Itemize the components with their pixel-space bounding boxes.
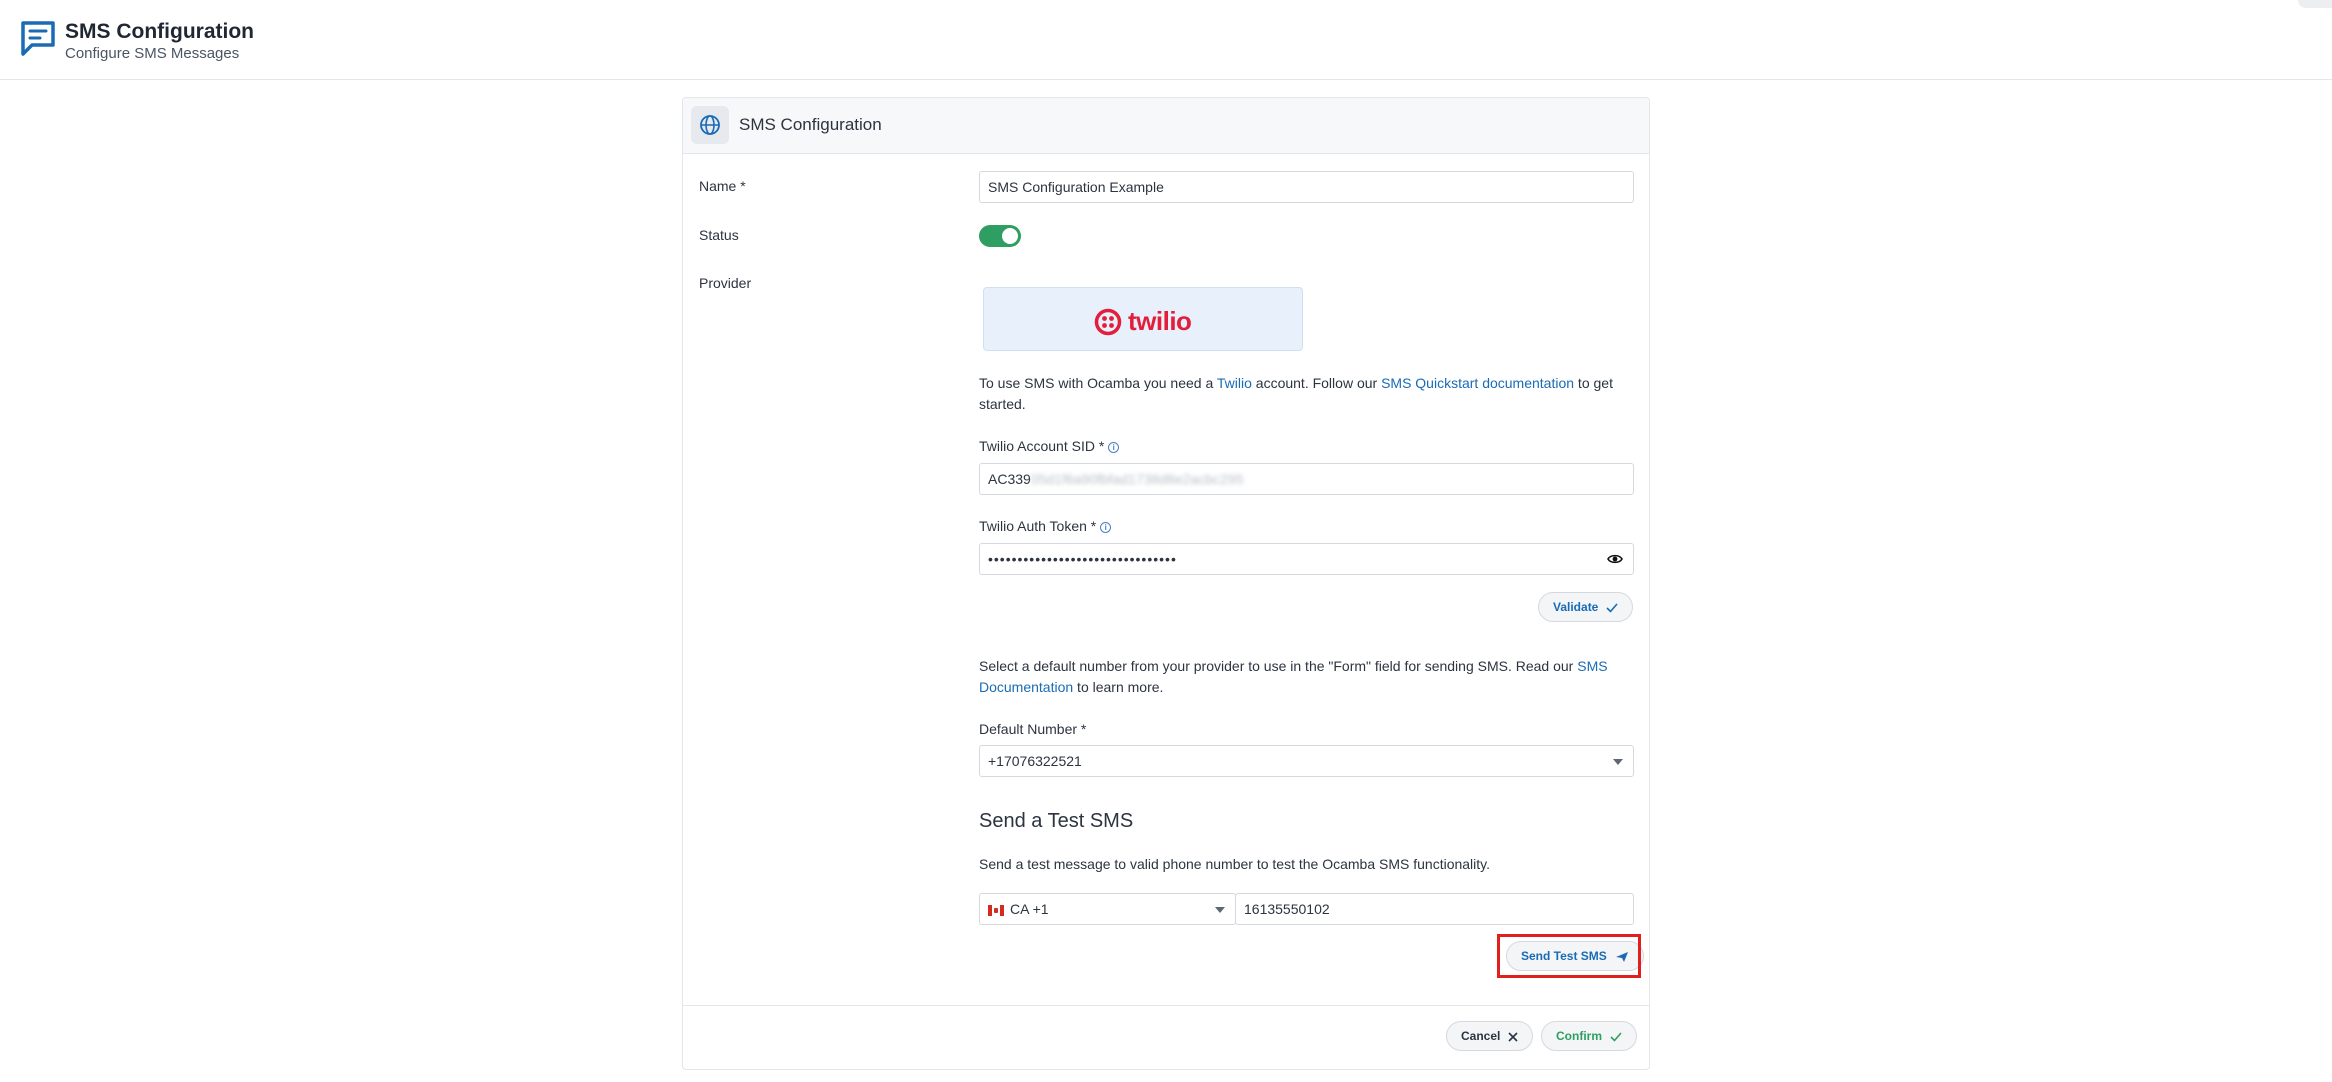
app-header: SMS Configuration Configure SMS Messages bbox=[0, 0, 2332, 80]
chevron-down-icon bbox=[1215, 907, 1225, 913]
sid-label-text: Twilio Account SID * bbox=[979, 438, 1105, 454]
chat-bubble-icon bbox=[21, 21, 55, 56]
footer-divider bbox=[683, 1005, 1649, 1006]
globe-icon bbox=[700, 115, 720, 135]
number-info-text-2: to learn more. bbox=[1073, 679, 1164, 695]
twilio-logo: twilio bbox=[1094, 306, 1192, 337]
name-input[interactable]: SMS Configuration Example bbox=[979, 171, 1634, 203]
card-header: SMS Configuration bbox=[683, 98, 1649, 154]
validate-button[interactable]: Validate bbox=[1538, 592, 1634, 622]
auth-token-input[interactable]: •••••••••••••••••••••••••••••••• bbox=[979, 543, 1634, 575]
info-icon[interactable]: i bbox=[1108, 441, 1120, 453]
name-label: Name * bbox=[699, 178, 746, 194]
sid-redacted: 05d1f6a90fbfad1738d8e2acbc295 bbox=[1030, 471, 1244, 487]
toggle-knob bbox=[1002, 228, 1018, 244]
test-phone-input[interactable]: 16135550102 bbox=[1235, 893, 1634, 925]
card-title: SMS Configuration bbox=[739, 115, 882, 134]
cancel-button[interactable]: Cancel bbox=[1446, 1021, 1534, 1051]
corner-decoration bbox=[2298, 0, 2332, 8]
token-label: Twilio Auth Token * i bbox=[979, 518, 1112, 534]
page-title: SMS Configuration bbox=[65, 20, 254, 43]
intro-text-1: To use SMS with Ocamba you need a bbox=[979, 375, 1217, 391]
check-icon bbox=[1610, 1032, 1622, 1042]
info-icon[interactable]: i bbox=[1100, 521, 1112, 533]
status-label: Status bbox=[699, 227, 739, 243]
twilio-logo-icon bbox=[1094, 308, 1122, 335]
twilio-logo-text: twilio bbox=[1128, 306, 1192, 336]
default-number-info: Select a default number from your provid… bbox=[979, 656, 1639, 698]
test-sms-description: Send a test message to valid phone numbe… bbox=[979, 856, 1491, 872]
account-sid-input[interactable]: AC33905d1f6a90fbfad1738d8e2acbc295 bbox=[979, 463, 1634, 495]
sid-label: Twilio Account SID * i bbox=[979, 438, 1120, 454]
status-toggle[interactable] bbox=[979, 225, 1021, 247]
highlight-box bbox=[1497, 934, 1641, 978]
eye-icon[interactable] bbox=[1607, 552, 1623, 566]
validate-label: Validate bbox=[1553, 600, 1599, 614]
page-subtitle: Configure SMS Messages bbox=[65, 45, 240, 62]
sms-quickstart-link[interactable]: SMS Quickstart documentation bbox=[1381, 375, 1574, 391]
sid-prefix: AC339 bbox=[988, 471, 1031, 487]
provider-intro-text: To use SMS with Ocamba you need a Twilio… bbox=[979, 373, 1639, 415]
test-sms-heading: Send a Test SMS bbox=[979, 810, 1134, 832]
chevron-down-icon bbox=[1613, 759, 1623, 765]
check-icon bbox=[1606, 603, 1618, 613]
twilio-link[interactable]: Twilio bbox=[1217, 375, 1252, 391]
sms-configuration-card: SMS Configuration Name * SMS Configurati… bbox=[682, 97, 1650, 1070]
globe-icon-box bbox=[691, 106, 729, 144]
default-number-select[interactable]: +17076322521 bbox=[979, 745, 1634, 777]
close-icon bbox=[1508, 1032, 1518, 1042]
cancel-label: Cancel bbox=[1461, 1029, 1501, 1043]
provider-twilio-tile[interactable]: twilio bbox=[983, 287, 1303, 351]
provider-label: Provider bbox=[699, 275, 752, 291]
country-code-select[interactable]: CA +1 bbox=[979, 893, 1236, 925]
default-number-value: +17076322521 bbox=[988, 753, 1082, 769]
token-masked-value: •••••••••••••••••••••••••••••••• bbox=[988, 551, 1177, 567]
country-code-value: CA +1 bbox=[1010, 901, 1049, 917]
canada-flag-icon bbox=[988, 904, 1004, 916]
confirm-button[interactable]: Confirm bbox=[1541, 1021, 1637, 1051]
confirm-label: Confirm bbox=[1556, 1029, 1602, 1043]
intro-text-2: account. Follow our bbox=[1251, 375, 1382, 391]
number-info-text-1: Select a default number from your provid… bbox=[979, 658, 1578, 674]
token-label-text: Twilio Auth Token * bbox=[979, 518, 1097, 534]
default-number-label: Default Number * bbox=[979, 721, 1087, 737]
